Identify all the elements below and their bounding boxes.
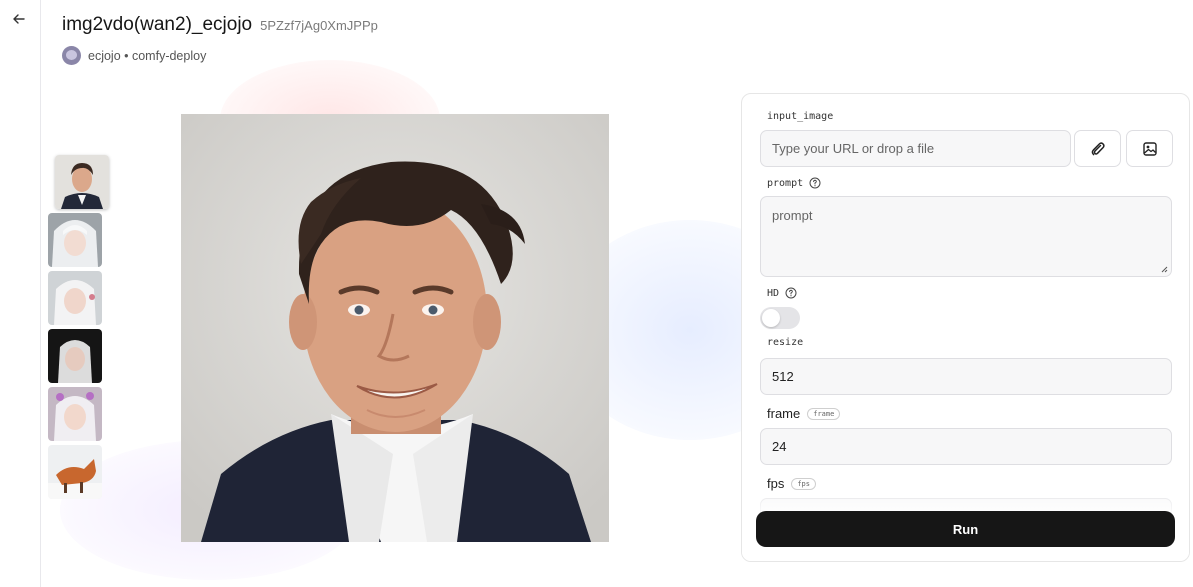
- thumbnail-image: [48, 213, 102, 267]
- thumbnail-image: [48, 271, 102, 325]
- help-circle-icon[interactable]: [785, 287, 797, 299]
- attach-file-button[interactable]: [1074, 130, 1121, 167]
- prompt-textarea[interactable]: [761, 197, 1171, 276]
- portrait-image: [181, 114, 609, 542]
- back-button[interactable]: [10, 10, 28, 28]
- input-image-label-row: input_image: [767, 111, 833, 122]
- app-root: img2vdo(wan2)_ecjojo 5PZzf7jAg0XmJPPp ec…: [0, 0, 1193, 587]
- owner-label: ecjojo • comfy-deploy: [88, 48, 207, 63]
- prompt-label-row: prompt: [767, 177, 821, 189]
- input-panel: input_image prompt: [741, 93, 1190, 562]
- page-title: img2vdo(wan2)_ecjojo: [62, 14, 253, 35]
- left-rail: [0, 0, 41, 587]
- thumbnail-image: [48, 387, 102, 441]
- thumbnail-portrait-man[interactable]: [55, 155, 109, 209]
- frame-type-badge: frame: [807, 407, 841, 420]
- resize-input[interactable]: [761, 359, 1171, 394]
- thumbnail-white-haired-girl-dark[interactable]: [48, 329, 102, 383]
- input-image-url-input[interactable]: [761, 131, 1070, 166]
- paperclip-icon: [1091, 141, 1105, 155]
- prompt-field: [760, 196, 1172, 277]
- arrow-left-icon: [13, 14, 25, 24]
- run-button[interactable]: Run: [756, 511, 1175, 547]
- input-image-label: input_image: [767, 111, 834, 122]
- thumbnail-white-haired-girl-1[interactable]: [48, 213, 102, 267]
- resize-field: [760, 358, 1172, 395]
- thumbnail-white-haired-girl-2[interactable]: [48, 271, 102, 325]
- fps-label-row: fps fps: [767, 476, 816, 491]
- thumbnail-image: [48, 329, 102, 383]
- title-row: img2vdo(wan2)_ecjojo 5PZzf7jAg0XmJPPp: [62, 14, 378, 36]
- resize-label: resize: [767, 337, 804, 348]
- prompt-label: prompt: [767, 177, 804, 189]
- resize-label-row: resize: [767, 337, 803, 348]
- frame-input[interactable]: [761, 429, 1171, 464]
- resize-grip-icon[interactable]: [1161, 266, 1168, 273]
- output-image: [181, 114, 609, 542]
- thumbnail-fox-in-snow[interactable]: [48, 445, 102, 499]
- thumbnail-image: [55, 155, 109, 209]
- hd-toggle-knob: [762, 309, 780, 327]
- fps-label: fps: [767, 476, 785, 491]
- image-icon: [1142, 141, 1157, 156]
- frame-field: [760, 428, 1172, 465]
- hd-label: HD: [767, 287, 780, 299]
- frame-label: frame: [767, 406, 801, 421]
- input-image-field: [760, 130, 1071, 167]
- hd-label-row: HD: [767, 287, 797, 299]
- help-circle-icon[interactable]: [809, 177, 821, 189]
- select-image-button[interactable]: [1126, 130, 1173, 167]
- fps-type-badge: fps: [791, 477, 816, 490]
- thumbnail-white-haired-girl-flowers[interactable]: [48, 387, 102, 441]
- thumbnail-strip: [48, 155, 109, 503]
- hd-toggle[interactable]: [760, 307, 800, 329]
- avatar: [62, 46, 81, 65]
- frame-label-row: frame frame: [767, 406, 841, 421]
- thumbnail-image: [48, 445, 102, 499]
- owner-row: ecjojo • comfy-deploy: [62, 46, 206, 65]
- deployment-id: 5PZzf7jAg0XmJPPp: [260, 18, 378, 33]
